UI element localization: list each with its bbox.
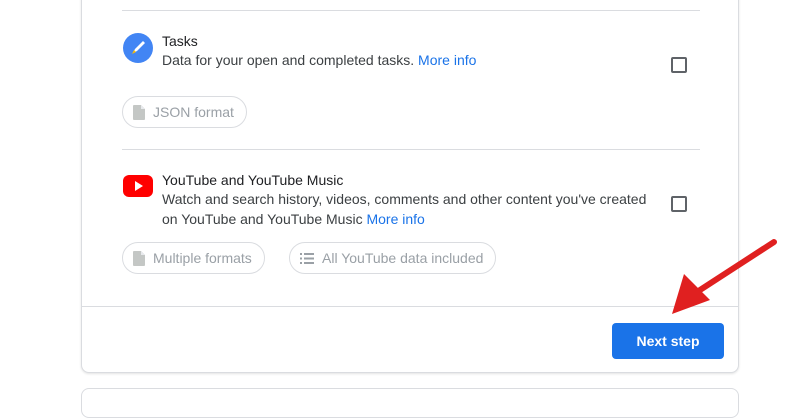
description-line-2: on YouTube and YouTube Music More info: [162, 209, 667, 229]
next-section-card: [81, 388, 739, 418]
product-description-youtube: Watch and search history, videos, commen…: [162, 189, 667, 229]
more-info-link-youtube[interactable]: More info: [366, 211, 424, 227]
more-info-link-tasks[interactable]: More info: [418, 52, 476, 68]
description-line-2-text: on YouTube and YouTube Music: [162, 211, 363, 227]
product-title-youtube: YouTube and YouTube Music: [162, 172, 344, 188]
document-icon: [133, 250, 145, 266]
divider-top: [122, 10, 700, 11]
description-line-1: Watch and search history, videos, commen…: [162, 191, 647, 207]
product-description-text: Data for your open and completed tasks.: [162, 52, 415, 68]
document-icon: [133, 104, 145, 120]
youtube-icon: [123, 175, 153, 197]
tasks-icon: [123, 33, 153, 63]
chip-label: JSON format: [153, 104, 234, 120]
annotation-arrow-icon: [672, 239, 777, 314]
checkbox-youtube[interactable]: [671, 196, 687, 212]
product-title-tasks: Tasks: [162, 33, 198, 49]
checkbox-tasks[interactable]: [671, 57, 687, 73]
chip-label: All YouTube data included: [322, 250, 484, 266]
divider-footer: [82, 306, 738, 307]
next-step-button[interactable]: Next step: [612, 323, 724, 359]
format-chip-multiple[interactable]: Multiple formats: [122, 242, 265, 274]
list-icon: [300, 252, 314, 264]
data-scope-chip[interactable]: All YouTube data included: [289, 242, 497, 274]
product-description-tasks: Data for your open and completed tasks. …: [162, 50, 476, 70]
chip-label: Multiple formats: [153, 250, 252, 266]
format-chip-json[interactable]: JSON format: [122, 96, 247, 128]
divider-middle: [122, 149, 700, 150]
